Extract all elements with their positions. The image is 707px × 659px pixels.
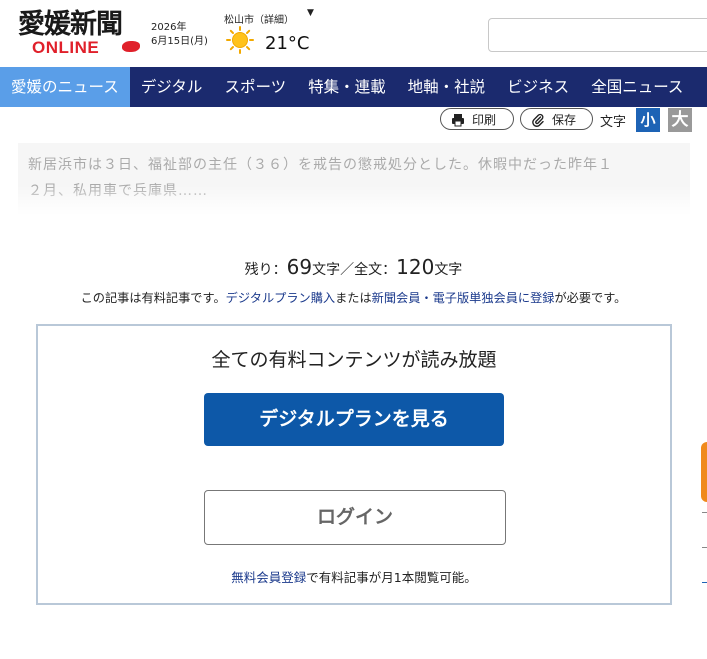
- free-registration-text: で有料記事が月1本閲覧可能。: [306, 570, 477, 585]
- free-registration-link[interactable]: 無料会員登録: [231, 570, 306, 585]
- remain-count: 69: [286, 255, 313, 279]
- paperclip-icon: [532, 113, 544, 127]
- save-label: 保存: [552, 113, 577, 127]
- print-label: 印刷: [472, 113, 497, 127]
- remain-suffix: 文字: [434, 262, 463, 278]
- date-display: 2026年 6月15日(月): [151, 21, 208, 49]
- font-size-label: 文字: [600, 115, 627, 130]
- search-input[interactable]: [488, 18, 707, 52]
- weather-city-link[interactable]: 松山市（詳細）: [224, 11, 294, 26]
- remaining-characters: 残り：69文字／全文：120文字: [0, 255, 707, 279]
- font-size-large-button[interactable]: 大: [668, 108, 692, 132]
- paywall-headline: 全ての有料コンテンツが読み放題: [211, 349, 497, 371]
- sun-icon: [226, 26, 254, 54]
- nav-item-business[interactable]: ビジネス: [496, 67, 580, 107]
- logo-fish-icon: [122, 41, 140, 52]
- view-digital-plan-button[interactable]: デジタルプランを見る: [204, 393, 504, 446]
- notice-text-1: この記事は有料記事です。: [80, 291, 226, 305]
- digital-plan-purchase-link[interactable]: デジタルプラン購入: [226, 291, 335, 305]
- login-button[interactable]: ログイン: [204, 490, 506, 545]
- main-nav: 愛媛のニュース デジタル スポーツ 特集・連載 地軸・社説 ビジネス 全国ニュー…: [0, 67, 707, 107]
- date-day: 6月15日(月): [151, 36, 208, 47]
- article-toolbar: 印刷 保存 文字 小 大: [0, 108, 707, 134]
- nav-item-ehime-news[interactable]: 愛媛のニュース: [0, 67, 130, 107]
- nav-item-digital[interactable]: デジタル: [130, 67, 214, 107]
- date-year: 2026年: [151, 22, 187, 33]
- side-divider: [702, 582, 707, 583]
- logo-online: ONLINE: [32, 38, 100, 57]
- notice-text-2: または: [335, 291, 372, 305]
- paywall-box: 全ての有料コンテンツが読み放題 デジタルプランを見る ログイン 無料会員登録で有…: [36, 324, 672, 605]
- weather-dropdown-icon[interactable]: ▼: [307, 8, 314, 18]
- temperature: 21°C: [265, 33, 310, 54]
- member-registration-link[interactable]: 新聞会員・電子版単独会員に登録: [372, 291, 555, 305]
- nav-item-features[interactable]: 特集・連載: [297, 67, 397, 107]
- nav-item-national[interactable]: 全国ニュース: [580, 67, 694, 107]
- logo-title: 愛媛新聞: [18, 9, 123, 40]
- total-count: 120: [396, 255, 435, 279]
- side-divider: [702, 547, 707, 548]
- print-button[interactable]: 印刷: [440, 108, 514, 130]
- nav-item-editorials[interactable]: 地軸・社説: [397, 67, 497, 107]
- excerpt-fade: [18, 185, 690, 215]
- remain-mid: 文字／全文：: [312, 262, 397, 278]
- nav-item-sports[interactable]: スポーツ: [213, 67, 297, 107]
- site-logo[interactable]: 愛媛新聞 ONLINE: [18, 9, 140, 58]
- excerpt-line-1: 新居浜市は３日、福祉部の主任（３６）を戒告の懲戒処分とした。休暇中だった昨年１: [28, 157, 613, 173]
- free-registration-note: 無料会員登録で有料記事が月1本閲覧可能。: [38, 567, 670, 586]
- side-panel-tab[interactable]: [701, 442, 707, 502]
- paid-article-notice: この記事は有料記事です。デジタルプラン購入または新聞会員・電子版単独会員に登録が…: [0, 288, 707, 306]
- save-button[interactable]: 保存: [520, 108, 593, 130]
- notice-text-3: が必要です。: [554, 291, 627, 305]
- remain-prefix: 残り：: [244, 262, 287, 278]
- side-divider: [702, 512, 707, 513]
- printer-icon: [452, 114, 464, 127]
- font-size-small-button[interactable]: 小: [636, 108, 660, 132]
